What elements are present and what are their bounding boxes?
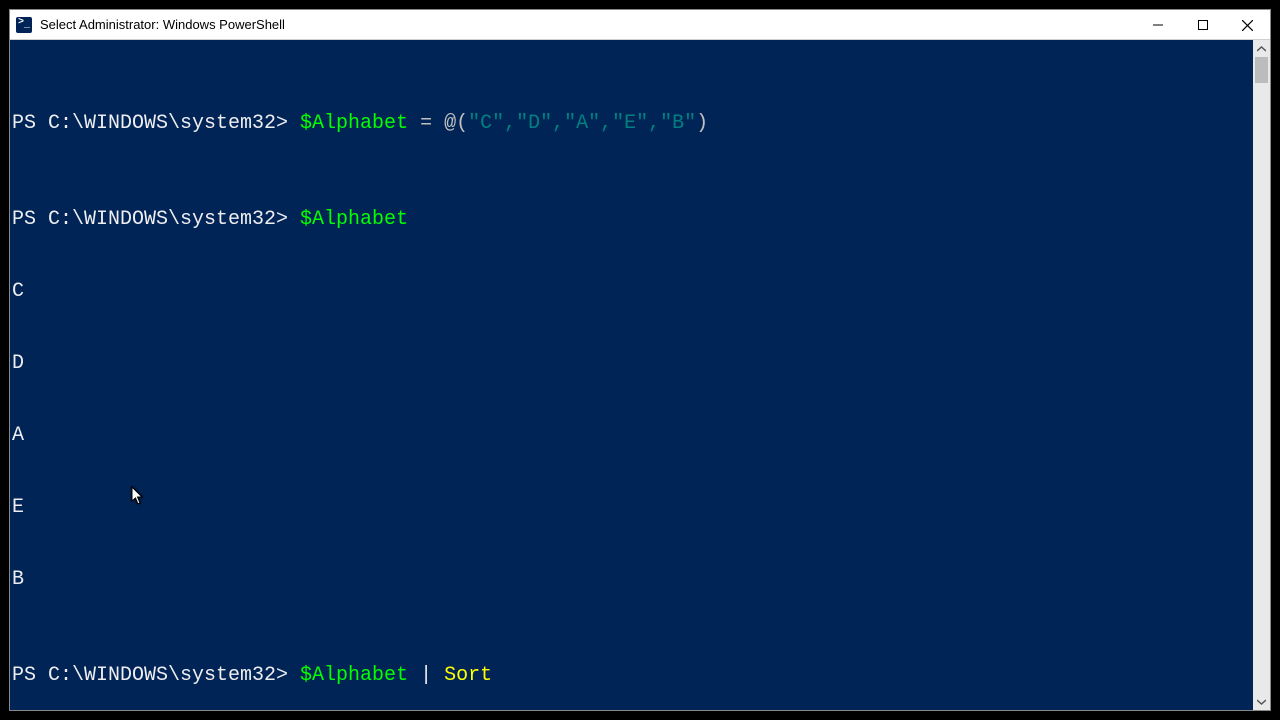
window-title: Select Administrator: Windows PowerShell (40, 17, 1135, 32)
output-line: B (10, 568, 1253, 592)
command-line: PS C:\WINDOWS\system32> $Alphabet = @("C… (10, 112, 1253, 136)
minimize-button[interactable] (1135, 10, 1180, 40)
output-line: D (10, 352, 1253, 376)
maximize-button[interactable] (1180, 10, 1225, 40)
output-line: A (10, 424, 1253, 448)
powershell-window: Select Administrator: Windows PowerShell… (9, 9, 1271, 711)
scrollbar-track[interactable] (1253, 57, 1270, 693)
titlebar[interactable]: Select Administrator: Windows PowerShell (10, 10, 1270, 40)
scrollbar-thumb[interactable] (1255, 57, 1268, 83)
command-line: PS C:\WINDOWS\system32> $Alphabet (10, 208, 1253, 232)
command-line: PS C:\WINDOWS\system32> $Alphabet | Sort (10, 664, 1253, 688)
scroll-up-button[interactable] (1253, 40, 1270, 57)
window-controls (1135, 10, 1270, 39)
output-line: C (10, 280, 1253, 304)
close-button[interactable] (1225, 10, 1270, 40)
scroll-down-button[interactable] (1253, 693, 1270, 710)
output-line: E (10, 496, 1253, 520)
powershell-icon (16, 17, 32, 33)
terminal-output[interactable]: PS C:\WINDOWS\system32> $Alphabet = @("C… (10, 40, 1253, 710)
vertical-scrollbar[interactable] (1253, 40, 1270, 710)
mouse-cursor-icon (35, 462, 49, 482)
